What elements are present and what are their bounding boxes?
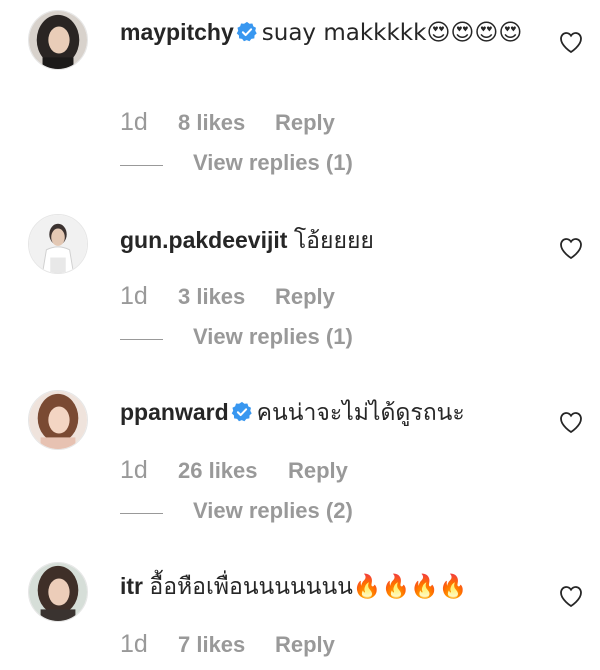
comment-item: maypitchy suay makkkkk😍😍😍😍 1d 8 likes Rep…	[0, 0, 600, 176]
like-heart-icon[interactable]	[558, 30, 584, 54]
username[interactable]: itr	[120, 573, 143, 599]
comment-text: อื้อหือเพื่อนนนนนนน🔥🔥🔥🔥	[149, 574, 468, 600]
like-heart-icon[interactable]	[558, 236, 584, 260]
likes-count[interactable]: 26 likes	[178, 458, 258, 484]
comment-body: maypitchy suay makkkkk😍😍😍😍	[120, 14, 540, 51]
reply-button[interactable]: Reply	[288, 458, 348, 484]
replies-divider	[120, 513, 163, 514]
timestamp[interactable]: 1d	[120, 108, 148, 137]
comment-text: โอ้ยยยย	[293, 227, 374, 253]
likes-count[interactable]: 7 likes	[178, 632, 245, 658]
username[interactable]: maypitchy	[120, 19, 234, 45]
comment-body: itr อื้อหือเพื่อนนนนนนน🔥🔥🔥🔥	[120, 568, 540, 605]
replies-divider	[120, 165, 163, 166]
reply-button[interactable]: Reply	[275, 632, 335, 658]
view-replies-button[interactable]: View replies (1)	[193, 150, 353, 176]
avatar[interactable]	[28, 390, 88, 450]
timestamp[interactable]: 1d	[120, 282, 148, 311]
username[interactable]: ppanward	[120, 399, 229, 425]
verified-badge-icon	[236, 21, 258, 43]
like-heart-icon[interactable]	[558, 584, 584, 608]
likes-count[interactable]: 3 likes	[178, 284, 245, 310]
comment-item: ppanward คนน่าจะไม่ได้ดูรถนะ 1d 26 likes …	[0, 348, 600, 524]
comment-item: itr อื้อหือเพื่อนนนนนนน🔥🔥🔥🔥 1d 7 likes R…	[0, 522, 600, 670]
timestamp[interactable]: 1d	[120, 630, 148, 659]
timestamp[interactable]: 1d	[120, 456, 148, 485]
comment-body: ppanward คนน่าจะไม่ได้ดูรถนะ	[120, 394, 540, 430]
avatar[interactable]	[28, 214, 88, 274]
avatar[interactable]	[28, 562, 88, 622]
view-replies-button[interactable]: View replies (2)	[193, 498, 353, 524]
avatar[interactable]	[28, 10, 88, 70]
reply-button[interactable]: Reply	[275, 110, 335, 136]
comment-body: gun.pakdeevijit โอ้ยยยย	[120, 222, 540, 258]
likes-count[interactable]: 8 likes	[178, 110, 245, 136]
verified-badge-icon	[231, 401, 253, 423]
username[interactable]: gun.pakdeevijit	[120, 227, 287, 253]
comment-text: คนน่าจะไม่ได้ดูรถนะ	[256, 399, 465, 425]
replies-divider	[120, 339, 163, 340]
view-replies-button[interactable]: View replies (1)	[193, 324, 353, 350]
comment-item: gun.pakdeevijit โอ้ยยยย 1d 3 likes Reply…	[0, 174, 600, 350]
reply-button[interactable]: Reply	[275, 284, 335, 310]
comment-text: suay makkkkk😍😍😍😍	[261, 20, 523, 46]
like-heart-icon[interactable]	[558, 410, 584, 434]
